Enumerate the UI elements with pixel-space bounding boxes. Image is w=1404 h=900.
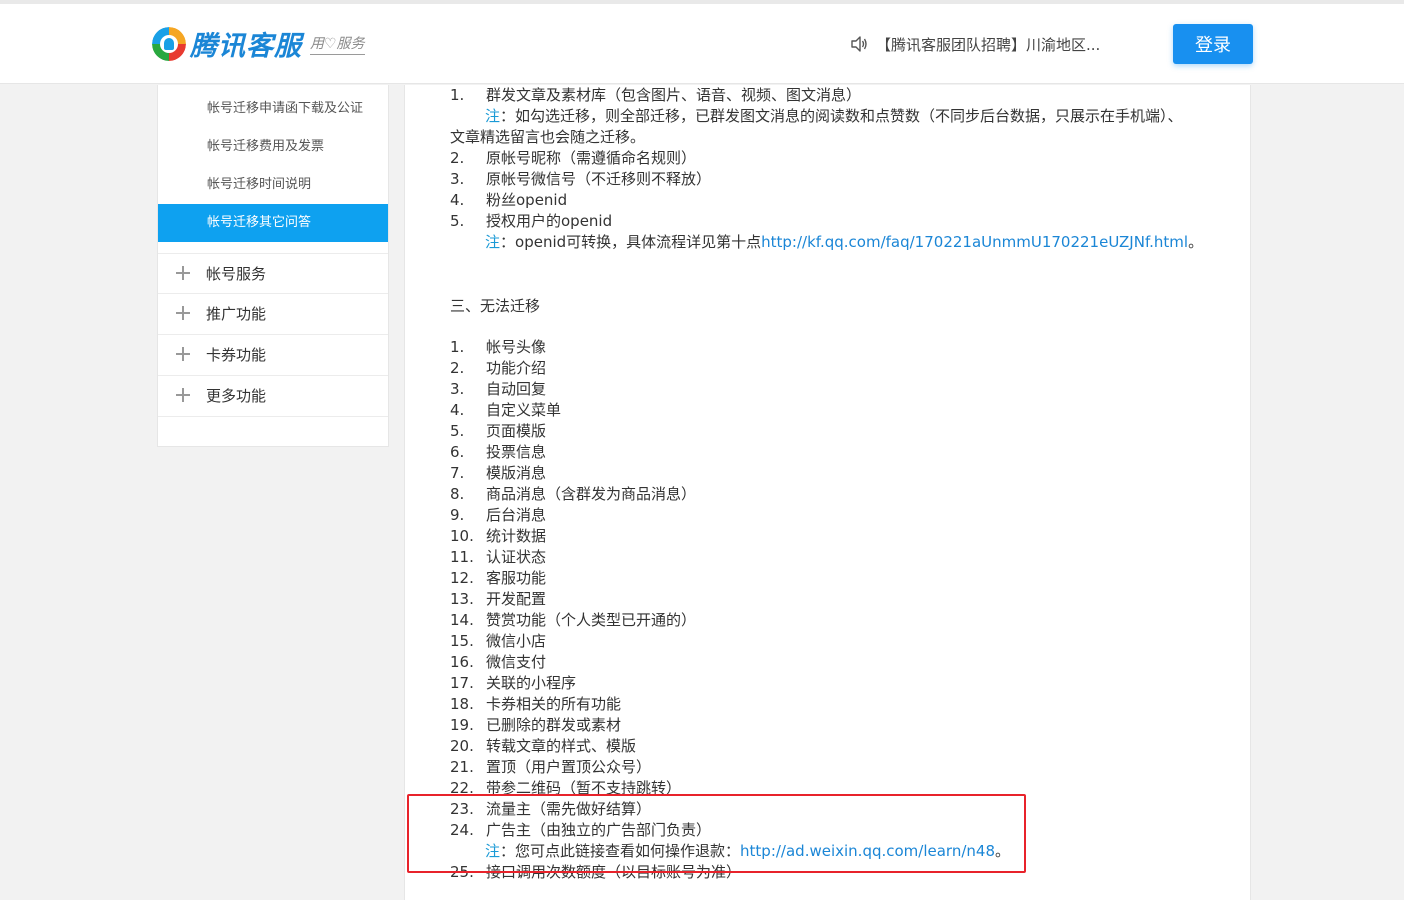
sidebar-subitem-other-qa[interactable]: 帐号迁移其它问答: [158, 204, 388, 242]
note-1: 注：如勾选迁移，则全部迁移，已群发图文消息的阅读数和点赞数（不同步后台数据，只展…: [485, 107, 1183, 125]
note-1-continued: 文章精选留言也会随之迁移。: [450, 128, 646, 146]
sidebar-category-coupon[interactable]: 卡券功能: [158, 335, 388, 376]
list-item: 17. 关联的小程序: [450, 674, 577, 692]
list-item: 14. 赞赏功能（个人类型已开通的）: [450, 611, 697, 629]
list-item: 6. 投票信息: [450, 443, 547, 461]
sidebar-category-promotion[interactable]: 推广功能: [158, 294, 388, 335]
list-item: 3. 原帐号微信号（不迁移则不释放）: [450, 170, 712, 188]
list-item: 9. 后台消息: [450, 506, 547, 524]
list-item: 21. 置顶（用户置顶公众号）: [450, 758, 652, 776]
notice-text: 【腾讯客服团队招聘】川渝地区...: [876, 35, 1101, 54]
header: 腾讯客服 用♡服务 【腾讯客服团队招聘】川渝地区... 登录: [0, 4, 1404, 84]
logo-text: 腾讯客服: [190, 31, 302, 62]
logo[interactable]: 腾讯客服 用♡服务: [152, 24, 365, 63]
list-item: 13. 开发配置: [450, 590, 547, 608]
list-item: 3. 自动回复: [450, 380, 547, 398]
list-item: 4. 自定义菜单: [450, 401, 562, 419]
openid-faq-link[interactable]: http://kf.qq.com/faq/170221aUnmmU170221e…: [761, 233, 1188, 251]
list-item: 2. 功能介绍: [450, 359, 547, 377]
list-item: 15. 微信小店: [450, 632, 547, 650]
list-item: 11. 认证状态: [450, 548, 547, 566]
article-content: 1. 群发文章及素材库（包含图片、语音、视频、图文消息） 注：如勾选迁移，则全部迁…: [404, 85, 1251, 900]
plus-icon: [176, 266, 190, 280]
sidebar-subitem-time[interactable]: 帐号迁移时间说明: [158, 166, 388, 204]
list-item: 16. 微信支付: [450, 653, 547, 671]
list-item: 5. 页面模版: [450, 422, 547, 440]
plus-icon: [176, 388, 190, 402]
sidebar: 帐号迁移申请函下载及公证 帐号迁移费用及发票 帐号迁移时间说明 帐号迁移其它问答…: [157, 85, 389, 447]
logo-slogan: 用♡服务: [310, 33, 365, 55]
list-item: 8. 商品消息（含群发为商品消息）: [450, 485, 697, 503]
list-item: 1. 帐号头像: [450, 338, 547, 356]
list-item: 7. 模版消息: [450, 464, 547, 482]
sidebar-category-label: 卡券功能: [206, 346, 267, 364]
list-item: 18. 卡券相关的所有功能: [450, 695, 622, 713]
login-button[interactable]: 登录: [1173, 24, 1253, 64]
tencent-logo-icon: [152, 26, 186, 61]
list-item: 12. 客服功能: [450, 569, 547, 587]
sidebar-category-label: 帐号服务: [206, 265, 267, 283]
plus-icon: [176, 347, 190, 361]
list-item: 2. 原帐号昵称（需遵循命名规则）: [450, 149, 697, 167]
speaker-icon: [851, 36, 867, 52]
note-2: 注：openid可转换，具体流程详见第十点http://kf.qq.com/fa…: [485, 233, 1204, 251]
list-item: 19. 已删除的群发或素材: [450, 716, 622, 734]
list-item: 5. 授权用户的openid: [450, 212, 613, 230]
section-title: 三、无法迁移: [450, 297, 541, 315]
list-item: 1. 群发文章及素材库（包含图片、语音、视频、图文消息）: [450, 86, 862, 104]
sidebar-category-more[interactable]: 更多功能: [158, 376, 388, 417]
list-item: 20. 转载文章的样式、模版: [450, 737, 637, 755]
sidebar-subitem-notarization[interactable]: 帐号迁移申请函下载及公证: [158, 90, 388, 128]
plus-icon: [176, 306, 190, 320]
sidebar-category-label: 推广功能: [206, 305, 267, 323]
sidebar-category-account[interactable]: 帐号服务: [158, 253, 388, 294]
sidebar-category-label: 更多功能: [206, 387, 267, 405]
highlight-box: [407, 794, 1026, 873]
notice-bar[interactable]: 【腾讯客服团队招聘】川渝地区...: [850, 32, 1100, 56]
sidebar-subitem-fees[interactable]: 帐号迁移费用及发票: [158, 128, 388, 166]
list-item: 4. 粉丝openid: [450, 191, 568, 209]
list-item: 10. 统计数据: [450, 527, 547, 545]
